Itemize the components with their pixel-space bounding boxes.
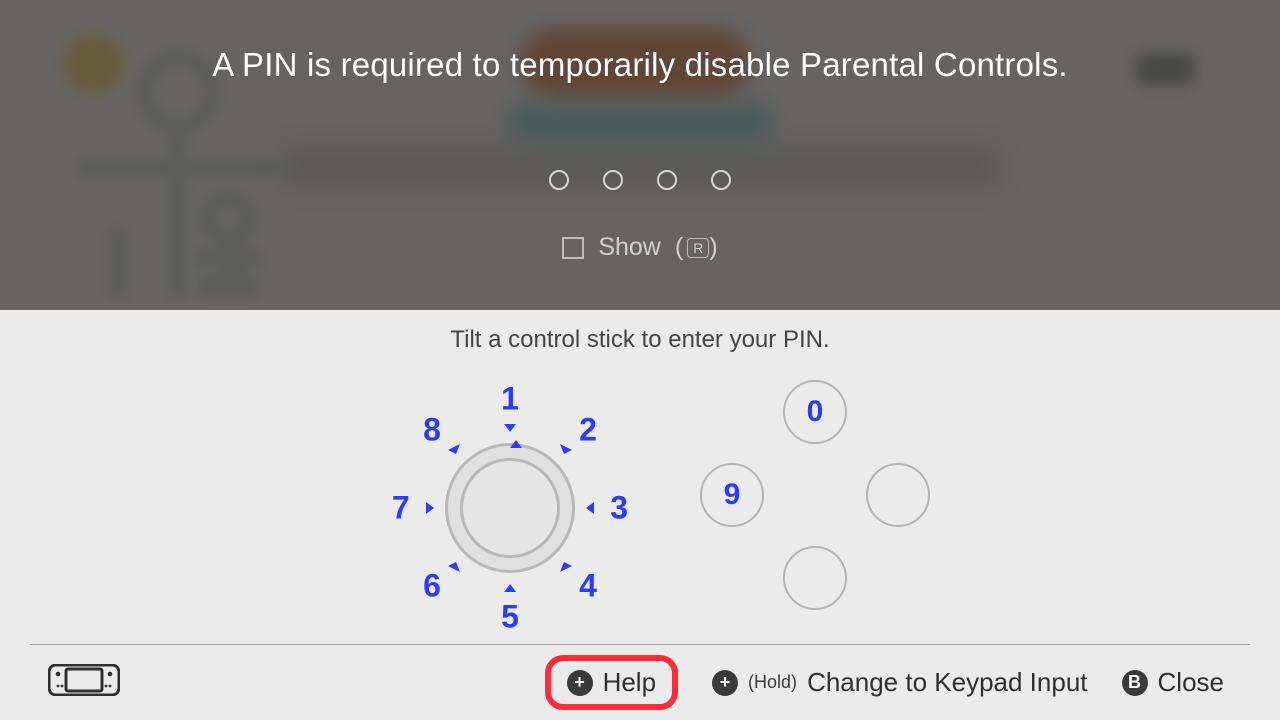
console-icon xyxy=(48,664,120,701)
pin-entry-dots xyxy=(0,170,1280,190)
plus-glyph-icon: + xyxy=(712,670,738,696)
show-pin-toggle[interactable]: Show (R) xyxy=(0,233,1280,262)
headline-text: A PIN is required to temporarily disable… xyxy=(0,46,1280,84)
face-button-cluster[interactable]: 0 9 xyxy=(700,380,930,610)
r-button-badge: R xyxy=(687,238,709,258)
face-button-y[interactable]: 9 xyxy=(700,463,764,527)
show-label: Show xyxy=(598,233,661,262)
help-button[interactable]: + Help xyxy=(545,655,678,710)
face-button-b[interactable] xyxy=(783,546,847,610)
pin-dot xyxy=(549,170,569,190)
plus-glyph-icon: + xyxy=(567,670,593,696)
face-button-x[interactable]: 0 xyxy=(783,380,847,444)
checkbox-icon xyxy=(562,237,584,259)
close-label: Close xyxy=(1158,667,1224,698)
instruction-text: Tilt a control stick to enter your PIN. xyxy=(0,326,1280,354)
pin-dot xyxy=(603,170,623,190)
change-input-button[interactable]: + (Hold) Change to Keypad Input xyxy=(712,667,1087,698)
dial-ticks xyxy=(380,378,640,638)
pin-dot xyxy=(657,170,677,190)
hold-hint: (Hold) xyxy=(748,672,797,693)
pin-dot xyxy=(711,170,731,190)
change-label: Change to Keypad Input xyxy=(807,667,1087,698)
close-button[interactable]: B Close xyxy=(1122,667,1224,698)
help-label: Help xyxy=(603,667,656,698)
footer-bar: + Help + (Hold) Change to Keypad Input B… xyxy=(0,645,1280,720)
b-glyph-icon: B xyxy=(1122,670,1148,696)
face-button-a[interactable] xyxy=(866,463,930,527)
